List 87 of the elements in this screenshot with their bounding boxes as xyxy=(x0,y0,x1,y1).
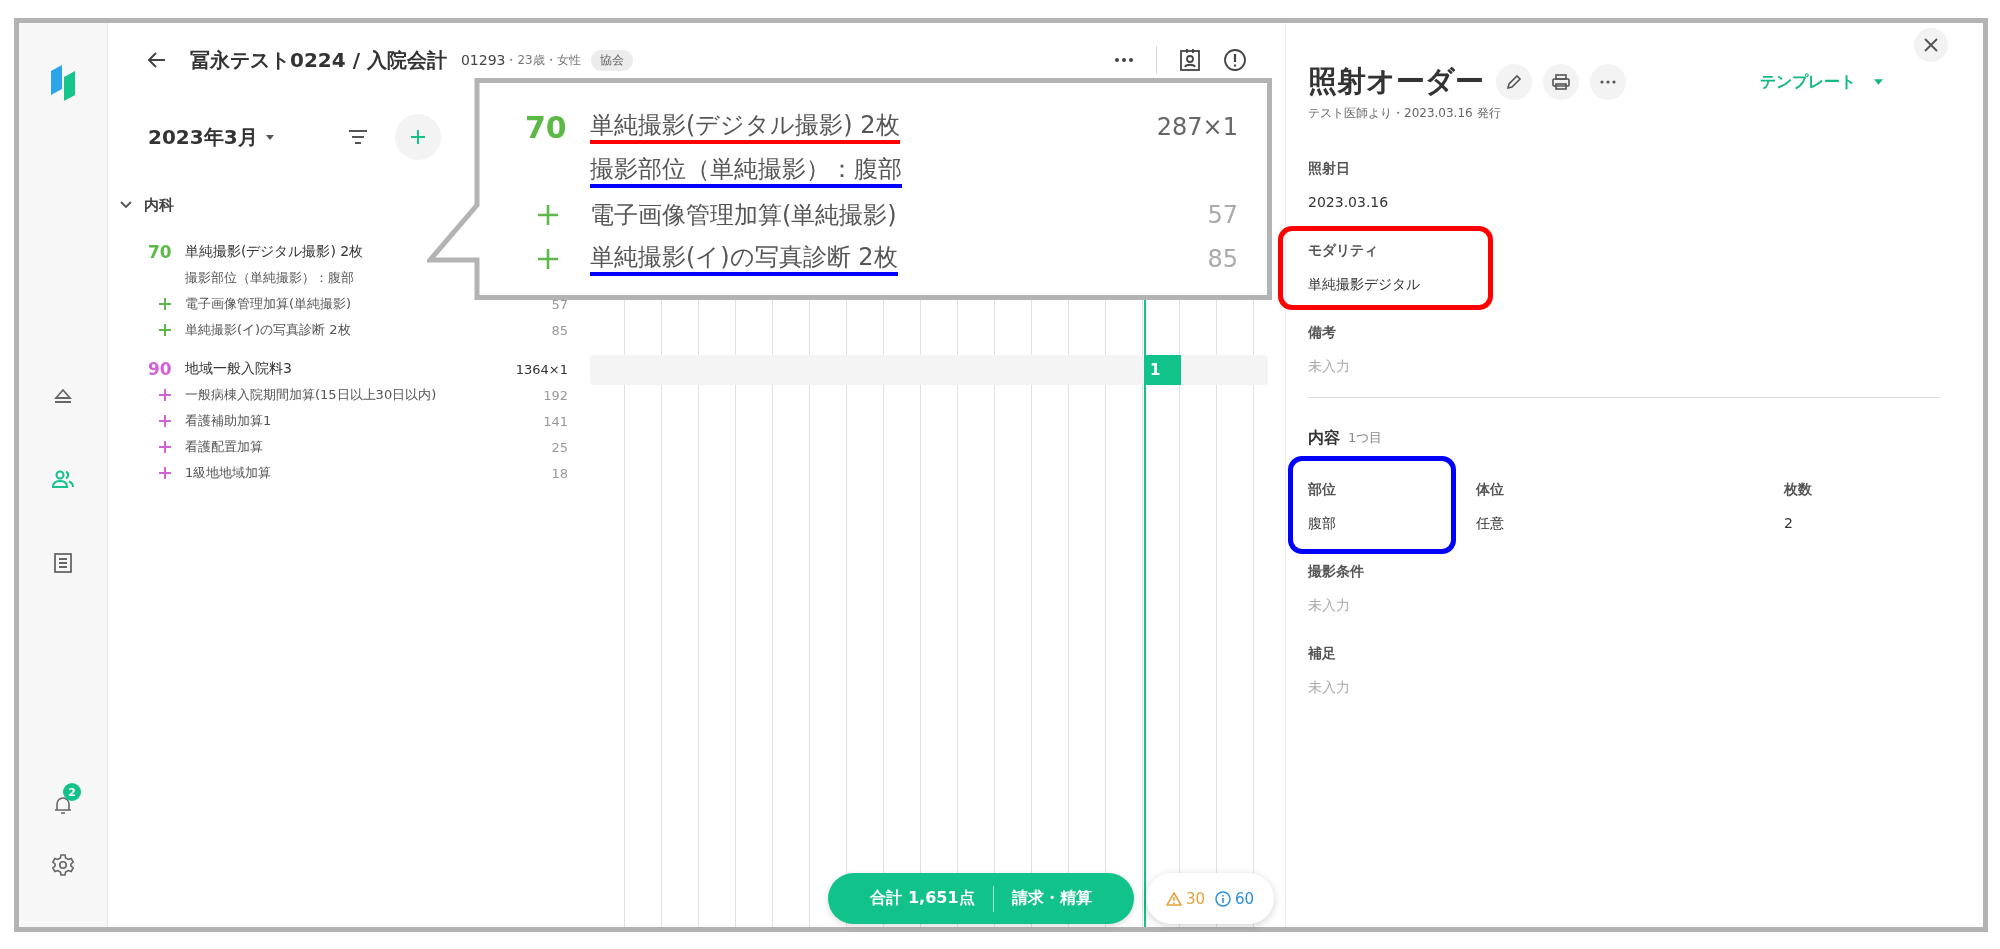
month-selector[interactable]: 2023年3月 xyxy=(148,123,258,151)
chevron-icon[interactable] xyxy=(120,201,132,209)
category-code: 70 xyxy=(525,109,568,145)
category-code: 70 xyxy=(147,242,173,262)
page-title: 冨永テスト0224 / 入院会計 xyxy=(190,46,447,74)
logo-icon[interactable] xyxy=(48,65,78,101)
field-value: 任意 xyxy=(1476,514,1505,533)
field-label: 撮影条件 xyxy=(1308,562,1364,581)
document-icon[interactable] xyxy=(51,551,75,575)
field-label: 体位 xyxy=(1476,480,1505,499)
addon-name: 看護補助加算1 xyxy=(185,412,272,430)
field-value: 未入力 xyxy=(1308,678,1350,697)
plus-icon xyxy=(159,467,171,479)
template-dropdown[interactable]: テンプレート xyxy=(1760,71,1883,93)
field-label: 備考 xyxy=(1308,323,1337,342)
caret-icon[interactable] xyxy=(265,134,274,140)
field-label: モダリティ xyxy=(1308,241,1379,260)
plus-icon xyxy=(159,324,171,336)
points-value: 18 xyxy=(551,465,568,481)
settings-icon[interactable] xyxy=(51,853,75,877)
field-label: 照射日 xyxy=(1308,159,1351,178)
points-value: 85 xyxy=(551,322,568,338)
edit-button[interactable] xyxy=(1496,64,1532,100)
plus-icon xyxy=(159,415,171,427)
patient-info: ・23歳・女性 xyxy=(505,51,581,69)
field-value: 2 xyxy=(1784,514,1794,533)
field-value: 腹部 xyxy=(1308,514,1337,533)
points-value: 1364×1 xyxy=(515,361,568,377)
more-icon[interactable] xyxy=(1114,57,1134,63)
procedure-name: 単純撮影(デジタル撮影) 2枚 xyxy=(185,243,364,261)
field-label: 部位 xyxy=(1308,480,1337,499)
section-title: 内容 xyxy=(1308,427,1340,449)
print-button[interactable] xyxy=(1543,64,1579,100)
back-arrow-icon[interactable] xyxy=(148,52,166,68)
more-icon[interactable] xyxy=(1600,80,1616,84)
checkout-button[interactable]: 請求・精算 xyxy=(1011,888,1092,909)
plus-icon xyxy=(159,441,171,453)
procedure-detail: 撮影部位（単純撮影）：腹部 xyxy=(184,269,354,287)
warning-icon xyxy=(1165,891,1182,906)
panel-title: 照射オーダー xyxy=(1308,63,1484,100)
addon-name: 1級地地域加算 xyxy=(185,464,272,482)
day-count-marker[interactable]: 1 xyxy=(1144,355,1181,385)
points-value: 287×1 xyxy=(1156,113,1238,141)
total-points: 合計 1,651点 xyxy=(870,888,975,909)
plus-icon xyxy=(537,249,558,269)
points-value: 57 xyxy=(1207,201,1238,229)
info-count: 60 xyxy=(1235,889,1255,908)
procedure-name: 単純撮影(デジタル撮影) 2枚 xyxy=(590,110,900,144)
points-value: 192 xyxy=(543,387,568,403)
field-value: 未入力 xyxy=(1308,357,1350,376)
warning-count: 30 xyxy=(1185,889,1205,908)
alerts-pill[interactable]: 30 60 xyxy=(1146,873,1274,924)
section-note: 1つ目 xyxy=(1348,429,1383,447)
close-button[interactable] xyxy=(1914,28,1948,62)
plus-icon xyxy=(159,298,171,310)
department-name: 内科 xyxy=(144,195,174,215)
pencil-icon[interactable] xyxy=(1506,74,1522,90)
addon-name: 一般病棟入院期間加算(15日以上30日以内) xyxy=(185,386,437,404)
procedure-detail: 撮影部位（単純撮影）：腹部 xyxy=(590,154,902,188)
field-value: 2023.03.16 xyxy=(1308,193,1389,212)
points-value: 25 xyxy=(551,439,568,455)
id-card-icon[interactable] xyxy=(1179,48,1201,72)
field-value: 未入力 xyxy=(1308,596,1351,615)
field-value: 単純撮影デジタル xyxy=(1308,275,1420,294)
addon-name: 電子画像管理加算(単純撮影) xyxy=(185,295,352,313)
addon-name: 単純撮影(イ)の写真診断 2枚 xyxy=(590,242,898,276)
addon-name: 単純撮影(イ)の写真診断 2枚 xyxy=(185,321,351,339)
patient-id: 01293 xyxy=(460,52,506,68)
notification-badge: 2 xyxy=(63,783,81,801)
plus-icon xyxy=(537,205,558,225)
plus-icon xyxy=(159,389,171,401)
addon-name: 看護配置加算 xyxy=(185,438,263,456)
field-label: 枚数 xyxy=(1784,480,1813,499)
points-value: 85 xyxy=(1207,245,1238,273)
info-icon xyxy=(1215,890,1231,907)
insurance-badge: 協会 xyxy=(590,49,633,71)
points-value: 141 xyxy=(543,413,568,429)
procedure-name: 地域一般入院料3 xyxy=(185,360,292,378)
filter-icon[interactable] xyxy=(348,130,367,144)
field-label: 補足 xyxy=(1308,644,1337,663)
category-code: 90 xyxy=(147,359,173,379)
info-icon[interactable] xyxy=(1223,48,1247,72)
printer-icon[interactable] xyxy=(1552,74,1570,90)
addon-name: 電子画像管理加算(単純撮影) xyxy=(590,200,897,230)
order-subtitle: テスト医師より・2023.03.16 発行 xyxy=(1308,105,1502,122)
points-value: 57 xyxy=(551,296,568,312)
close-icon[interactable] xyxy=(1924,38,1938,52)
